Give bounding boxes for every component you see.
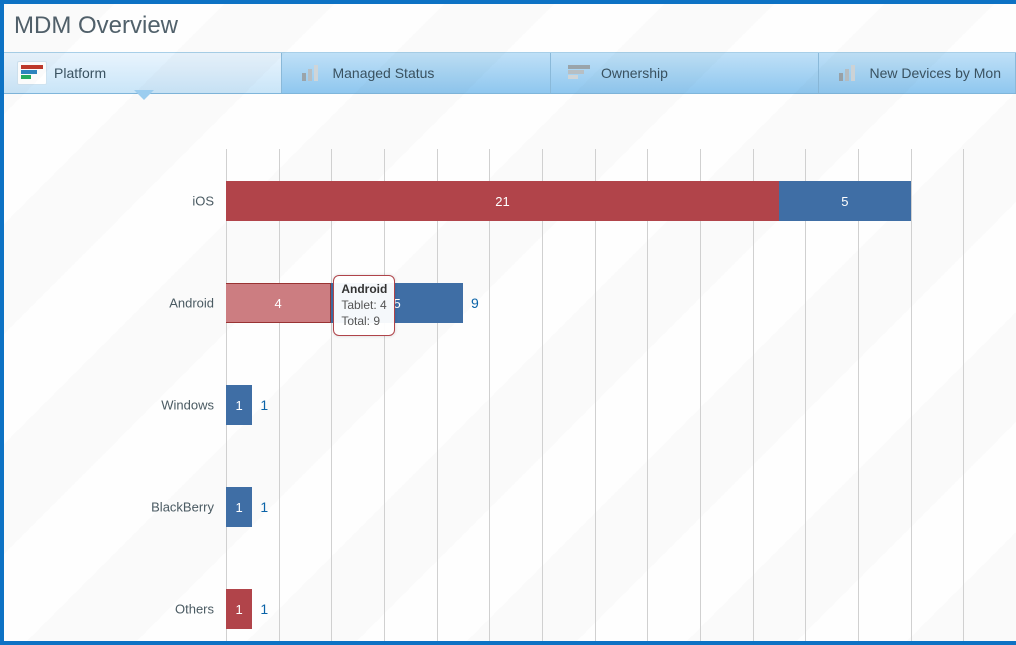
bar-segment[interactable]: 1 xyxy=(226,385,252,425)
tooltip-title: Android xyxy=(341,281,387,297)
tab-icon xyxy=(565,63,593,83)
bar-segment[interactable]: 1 xyxy=(226,487,252,527)
chart: iOS Android Windows BlackBerry Others 215 4 5 9… xyxy=(10,99,1016,641)
bar-row: 1 xyxy=(226,385,1016,425)
tooltip-line: Tablet: 4 xyxy=(341,297,387,313)
bar-segment[interactable]: 1 xyxy=(226,589,252,629)
y-axis-label: Windows xyxy=(161,398,214,413)
bar-row: 215 xyxy=(226,181,1016,221)
tab-label: Managed Status xyxy=(332,65,434,81)
y-axis-label: iOS xyxy=(192,194,214,209)
bar-segment[interactable]: 5 xyxy=(779,181,911,221)
y-axis-label: Android xyxy=(169,296,214,311)
bar-segment[interactable]: 21 xyxy=(226,181,779,221)
tab-bar: Platform Managed Status Ownership New De… xyxy=(4,52,1016,94)
tab-platform[interactable]: Platform xyxy=(4,53,282,93)
bar-total-label: 9 xyxy=(471,295,479,311)
bar-segment[interactable]: 4 xyxy=(226,283,331,323)
y-axis-label: BlackBerry xyxy=(151,500,214,515)
tab-new-devices-by-mon[interactable]: New Devices by Mon xyxy=(819,53,1016,93)
tab-icon xyxy=(296,63,324,83)
page-title: MDM Overview xyxy=(4,4,1016,52)
bar-total-label: 1 xyxy=(260,499,268,515)
tab-label: New Devices by Mon xyxy=(869,65,1001,81)
tab-icon xyxy=(833,63,861,83)
bar-total-label: 1 xyxy=(260,601,268,617)
tab-label: Platform xyxy=(54,65,106,81)
y-axis-label: Others xyxy=(175,602,214,617)
tab-label: Ownership xyxy=(601,65,668,81)
chart-tooltip: AndroidTablet: 4Total: 9 xyxy=(333,275,395,336)
bar-total-label: 1 xyxy=(260,397,268,413)
tab-ownership[interactable]: Ownership xyxy=(551,53,820,93)
tab-managed-status[interactable]: Managed Status xyxy=(282,53,551,93)
bar-row: 1 xyxy=(226,487,1016,527)
bar-row: 1 xyxy=(226,589,1016,629)
tooltip-line: Total: 9 xyxy=(341,313,387,329)
tab-icon xyxy=(18,63,46,83)
